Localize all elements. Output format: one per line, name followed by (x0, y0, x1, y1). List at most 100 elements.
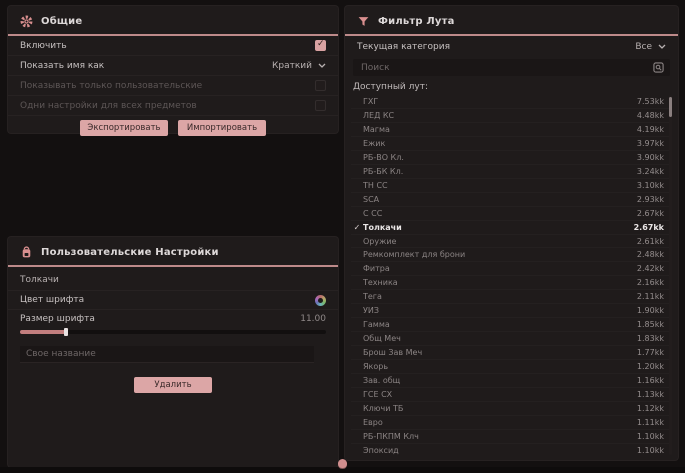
loot-row[interactable]: УИЗ1.90kk (351, 304, 672, 318)
slider-fill (20, 330, 66, 334)
only-custom-checkbox[interactable] (315, 80, 326, 91)
dropdown-value: Все (635, 42, 652, 52)
loot-row[interactable]: Общ Меч1.83kk (351, 332, 672, 346)
loot-item-value: 3.10kk (637, 181, 672, 190)
loot-item-name: С СС (363, 209, 637, 218)
loot-item-name: Гамма (363, 320, 637, 329)
loot-item-value: 1.13kk (637, 390, 672, 399)
loot-row[interactable]: Брош Зав Меч1.77kk (351, 346, 672, 360)
loot-item-name: Брош Зав Меч (363, 348, 637, 357)
loot-item-name: УИЗ (363, 306, 637, 315)
loot-row[interactable]: SCA2.93kk (351, 193, 672, 207)
loot-item-value: 1.11kk (637, 418, 672, 427)
scrollbar-thumb[interactable] (669, 97, 672, 117)
loot-list: ГХГ7.53kkЛЕД КС4.48kkМагма4.19kkЕжик3.97… (351, 95, 672, 455)
setting-label: Одни настройки для всех предметов (20, 101, 197, 111)
slider-thumb[interactable] (64, 328, 68, 336)
import-button[interactable]: Импортировать (178, 120, 266, 136)
search-icon[interactable] (653, 62, 664, 73)
loot-item-name: Эпоксид (363, 446, 637, 455)
panel-title: Общие (41, 16, 82, 27)
loot-row[interactable]: Евро1.11kk (351, 416, 672, 430)
selected-check-icon: ✓ (351, 223, 363, 232)
loot-item-value: 4.19kk (637, 125, 672, 134)
loot-item-name: ГХГ (363, 97, 637, 106)
available-loot-label: Доступный лут: (353, 82, 670, 92)
loot-item-value: 2.67kk (634, 223, 672, 232)
loot-row[interactable]: ГСЕ СХ1.13kk (351, 388, 672, 402)
loot-row[interactable]: С СС2.67kk (351, 207, 672, 221)
loot-item-name: SCA (363, 195, 637, 204)
loot-row[interactable]: Техника2.16kk (351, 276, 672, 290)
loot-row[interactable]: РБ-ВО Кл.3.90kk (351, 151, 672, 165)
gear-icon (20, 15, 33, 28)
custom-settings-panel: Пользовательские Настройки Толкачи Цвет … (8, 237, 338, 467)
search-input[interactable] (359, 62, 653, 74)
loot-item-name: Оружие (363, 237, 637, 246)
loot-item-value: 1.16kk (637, 376, 672, 385)
loot-item-name: РБ-БК Кл. (363, 167, 637, 176)
loot-row[interactable]: Зав. общ1.16kk (351, 374, 672, 388)
loot-item-value: 2.67kk (637, 209, 672, 218)
delete-button[interactable]: Удалить (134, 377, 212, 393)
loot-item-name: ГСЕ СХ (363, 390, 637, 399)
font-size-slider[interactable] (20, 330, 326, 334)
loot-item-name: Фитра (363, 264, 637, 273)
loot-item-value: 1.83kk (637, 334, 672, 343)
loot-item-name: РБ-ПКПМ Клч (363, 432, 637, 441)
loot-item-value: 1.10kk (637, 446, 672, 455)
category-label: Текущая категория (357, 42, 450, 52)
funnel-icon (357, 15, 370, 28)
same-settings-checkbox[interactable] (315, 100, 326, 111)
loot-item-value: 3.24kk (637, 167, 672, 176)
selected-item-label: Толкачи (20, 275, 326, 285)
font-color-row[interactable]: Цвет шрифта (8, 290, 338, 309)
loot-row[interactable]: ЛЕД КС4.48kk (351, 109, 672, 123)
chevron-down-icon (658, 44, 666, 49)
loot-item-name: ТН СС (363, 181, 637, 190)
loot-row[interactable]: Якорь1.20kk (351, 360, 672, 374)
loot-row[interactable]: Тега2.11kk (351, 290, 672, 304)
enable-checkbox[interactable] (315, 40, 326, 51)
loot-row[interactable]: РБ-БК Кл.3.24kk (351, 165, 672, 179)
loot-item-value: 2.48kk (637, 250, 672, 259)
setting-label: Включить (20, 41, 67, 51)
loot-item-value: 2.93kk (637, 195, 672, 204)
loot-row[interactable]: Эпоксид1.10kk (351, 444, 672, 455)
loot-item-value: 2.16kk (637, 278, 672, 287)
custom-name-input[interactable] (20, 346, 314, 363)
setting-row-same-settings: Одни настройки для всех предметов (8, 96, 338, 116)
loot-row[interactable]: Оружие2.61kk (351, 235, 672, 249)
font-color-label: Цвет шрифта (20, 295, 84, 305)
loot-row[interactable]: Ремкомплект для брони2.48kk (351, 248, 672, 262)
loot-row[interactable]: Гамма1.85kk (351, 318, 672, 332)
loot-row[interactable]: РБ-ПКПМ Клч1.10kk (351, 430, 672, 444)
loot-row[interactable]: Фитра2.42kk (351, 262, 672, 276)
color-wheel-icon[interactable] (315, 295, 326, 306)
loot-row[interactable]: Магма4.19kk (351, 123, 672, 137)
export-button[interactable]: Экспортировать (80, 120, 168, 136)
setting-label: Показывать только пользовательские (20, 81, 202, 91)
setting-row-name-mode: Показать имя как Краткий (8, 56, 338, 76)
setting-row-enable: Включить (8, 36, 338, 56)
import-export-row: Экспортировать Импортировать (8, 120, 338, 136)
loot-item-value: 2.42kk (637, 264, 672, 273)
loot-row[interactable]: ТН СС3.10kk (351, 179, 672, 193)
loot-item-value: 1.77kk (637, 348, 672, 357)
loot-item-name: Техника (363, 278, 637, 287)
dropdown-value: Краткий (272, 61, 312, 71)
loot-item-name: Якорь (363, 362, 637, 371)
name-mode-dropdown[interactable]: Краткий (272, 61, 326, 71)
loot-item-value: 1.20kk (637, 362, 672, 371)
scrollbar[interactable] (669, 95, 672, 455)
loot-row[interactable]: Ключи ТБ1.12kk (351, 402, 672, 416)
resize-grip-icon[interactable] (338, 459, 347, 468)
loot-item-value: 1.90kk (637, 306, 672, 315)
loot-row[interactable]: ГХГ7.53kk (351, 95, 672, 109)
loot-item-name: ЛЕД КС (363, 111, 637, 120)
loot-row[interactable]: ✓Толкачи2.67kk (351, 221, 672, 235)
panel-title: Фильтр Лута (378, 16, 455, 27)
loot-row[interactable]: Ежик3.97kk (351, 137, 672, 151)
category-dropdown[interactable]: Все (635, 42, 666, 52)
font-size-row: Размер шрифта 11.00 (8, 309, 338, 328)
